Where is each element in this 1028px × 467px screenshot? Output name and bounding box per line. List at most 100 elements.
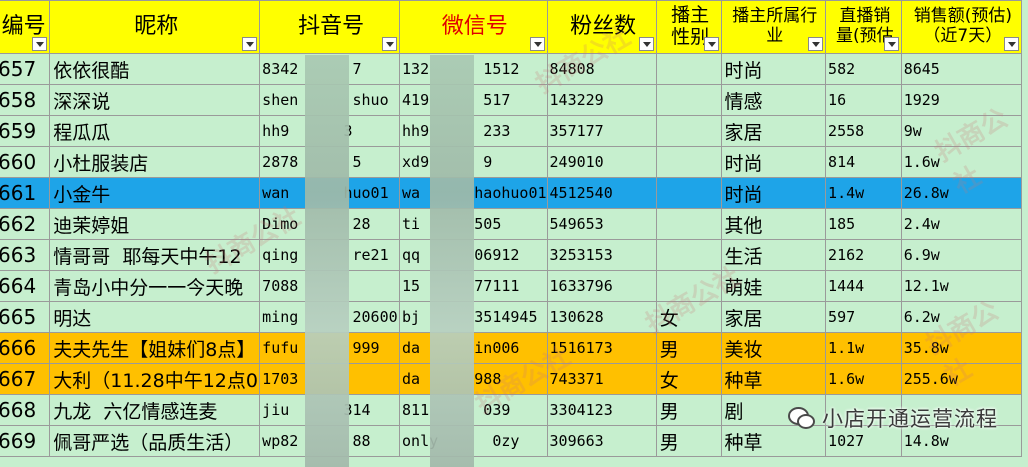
table-cell[interactable]: 家居	[720, 301, 827, 333]
table-cell[interactable]: 时尚	[720, 53, 827, 85]
table-cell[interactable]: 男	[655, 394, 722, 426]
table-cell[interactable]: 1444	[825, 270, 902, 302]
table-cell[interactable]: 小杜服装店	[49, 146, 261, 178]
table-cell[interactable]: 2558	[825, 115, 902, 147]
table-cell[interactable]: 657	[0, 53, 51, 85]
table-cell[interactable]: 3253153	[546, 239, 657, 271]
table-cell[interactable]	[655, 84, 722, 116]
table-cell[interactable]: 其他	[720, 208, 827, 240]
column-header-1[interactable]: 昵称	[49, 0, 261, 54]
table-cell[interactable]	[655, 177, 722, 209]
table-cell[interactable]: 女	[655, 301, 722, 333]
table-cell[interactable]: 549653	[546, 208, 657, 240]
table-cell[interactable]: 3304123	[546, 394, 657, 426]
table-cell[interactable]: 情感	[720, 84, 827, 116]
filter-dropdown-icon[interactable]	[529, 37, 545, 51]
table-cell[interactable]: 青岛小中分一一今天晚	[49, 270, 261, 302]
table-cell[interactable]: 12.1w	[900, 270, 1023, 302]
table-cell[interactable]: 667	[0, 363, 51, 395]
table-cell[interactable]	[655, 115, 722, 147]
table-row[interactable]: 666 夫夫先生【姐妹们8点】 fufu 999 da in006 1516173 男美妆…	[0, 332, 1023, 364]
table-cell[interactable]	[655, 270, 722, 302]
table-cell[interactable]: 16	[825, 84, 902, 116]
table-cell[interactable]: 668	[0, 394, 51, 426]
table-cell[interactable]: 1633796	[546, 270, 657, 302]
table-cell[interactable]: 663	[0, 239, 51, 271]
table-row[interactable]: 662 迪茉婷姐 Dimo 28 ti 505 549653 其他 185 2.4w	[0, 208, 1023, 240]
table-cell[interactable]: 84808	[546, 53, 657, 85]
table-row[interactable]: 663 情哥哥 耶每天中午12 qing re21 qq 06912 3253153 生活…	[0, 239, 1023, 271]
table-cell[interactable]: 665	[0, 301, 51, 333]
table-cell[interactable]: 143229	[546, 84, 657, 116]
table-cell[interactable]	[655, 146, 722, 178]
table-cell[interactable]: 743371	[546, 363, 657, 395]
table-cell[interactable]: 萌娃	[720, 270, 827, 302]
table-cell[interactable]: 8645	[900, 53, 1023, 85]
table-cell[interactable]: 程瓜瓜	[49, 115, 261, 147]
table-cell[interactable]: 6.2w	[900, 301, 1023, 333]
table-cell[interactable]: 依依很酷	[49, 53, 261, 85]
table-cell[interactable]: 1.1w	[825, 332, 902, 364]
table-cell[interactable]: 家居	[720, 115, 827, 147]
filter-dropdown-icon[interactable]	[703, 37, 719, 51]
table-cell[interactable]: 小金牛	[49, 177, 261, 209]
table-cell[interactable]: 男	[655, 425, 722, 457]
filter-dropdown-icon[interactable]	[382, 37, 398, 51]
table-cell[interactable]: 九龙 六亿情感连麦	[49, 394, 261, 426]
table-cell[interactable]: 2.4w	[900, 208, 1023, 240]
table-cell[interactable]: 662	[0, 208, 51, 240]
table-cell[interactable]: 185	[825, 208, 902, 240]
table-cell[interactable]	[655, 208, 722, 240]
table-cell[interactable]: 深深说	[49, 84, 261, 116]
column-header-6[interactable]: 播主所属行 业	[720, 0, 827, 54]
table-cell[interactable]: 659	[0, 115, 51, 147]
table-cell[interactable]: 660	[0, 146, 51, 178]
filter-dropdown-icon[interactable]	[883, 37, 899, 51]
table-cell[interactable]: 2162	[825, 239, 902, 271]
table-row[interactable]: 658 深深说 shen shuo 419 517 143229 情感 16 1929	[0, 84, 1023, 116]
filter-dropdown-icon[interactable]	[808, 37, 824, 51]
table-cell[interactable]: 佩哥严选（品质生活）	[49, 425, 261, 457]
table-cell[interactable]: 309663	[546, 425, 657, 457]
table-cell[interactable]: 1516173	[546, 332, 657, 364]
table-cell[interactable]: 658	[0, 84, 51, 116]
table-cell[interactable]: 664	[0, 270, 51, 302]
table-cell[interactable]: 4512540	[546, 177, 657, 209]
table-cell[interactable]: 女	[655, 363, 722, 395]
column-header-7[interactable]: 直播销 量(预估	[825, 0, 902, 54]
filter-dropdown-icon[interactable]	[638, 37, 654, 51]
table-cell[interactable]: 1929	[900, 84, 1023, 116]
filter-dropdown-icon[interactable]	[1004, 37, 1019, 51]
table-cell[interactable]: 时尚	[720, 177, 827, 209]
table-cell[interactable]: 6.9w	[900, 239, 1023, 271]
table-row[interactable]: 659程瓜瓜hh9 3hh9 233357177家居25589w	[0, 115, 1023, 147]
filter-dropdown-icon[interactable]	[242, 37, 258, 51]
table-cell[interactable]: 582	[825, 53, 902, 85]
table-cell[interactable]: 男	[655, 332, 722, 364]
table-cell[interactable]: 种草	[720, 363, 827, 395]
column-header-4[interactable]: 粉丝数	[546, 0, 657, 54]
table-cell[interactable]: 666	[0, 332, 51, 364]
filter-dropdown-icon[interactable]	[32, 37, 48, 51]
table-cell[interactable]: 255.6w	[900, 363, 1023, 395]
table-row[interactable]: 667 大利（11.28中午12点0 1703 da 988 743371 女种草 1.6…	[0, 363, 1023, 395]
table-cell[interactable]: 597	[825, 301, 902, 333]
table-cell[interactable]: 35.8w	[900, 332, 1023, 364]
table-row[interactable]: 665 明达 ming 20600 bj 3514945 130628 女家居 597 6.2…	[0, 301, 1023, 333]
table-cell[interactable]: 26.8w	[900, 177, 1023, 209]
table-cell[interactable]: 时尚	[720, 146, 827, 178]
table-cell[interactable]: 661	[0, 177, 51, 209]
table-row[interactable]: 660 小杜服装店 2878 5 xd9 9 249010 时尚 814 1.6w	[0, 146, 1023, 178]
table-cell[interactable]	[655, 53, 722, 85]
column-header-0[interactable]: 编号	[0, 0, 51, 54]
table-cell[interactable]: 249010	[546, 146, 657, 178]
table-cell[interactable]: 357177	[546, 115, 657, 147]
table-row[interactable]: 657 依依很酷 8342 7 132 1512 84808 时尚 582 8645	[0, 53, 1023, 85]
table-cell[interactable]: 情哥哥 耶每天中午12	[49, 239, 261, 271]
table-cell[interactable]: 814	[825, 146, 902, 178]
table-cell[interactable]: 130628	[546, 301, 657, 333]
table-cell[interactable]: 夫夫先生【姐妹们8点】	[49, 332, 261, 364]
table-cell[interactable]: 大利（11.28中午12点0	[49, 363, 261, 395]
table-cell[interactable]: 生活	[720, 239, 827, 271]
table-row[interactable]: 661 小金牛 wan huo01 wa haohuo01 4512540 时尚 1.4w 2…	[0, 177, 1023, 209]
